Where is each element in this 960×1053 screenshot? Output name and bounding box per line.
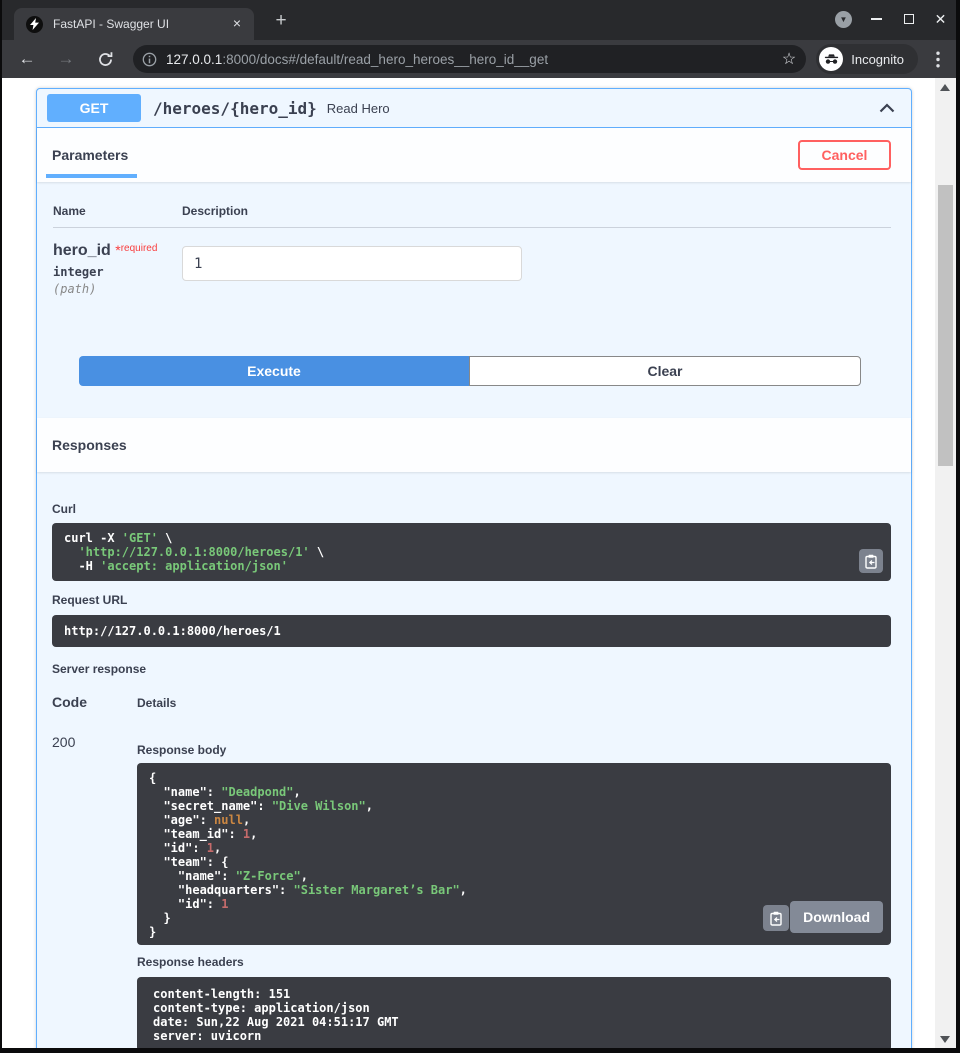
url-path: :8000/docs#/default/read_hero_heroes__he… (222, 52, 548, 67)
scrollbar-thumb[interactable] (938, 185, 953, 466)
fastapi-favicon-icon (26, 16, 43, 33)
reload-icon[interactable] (94, 48, 116, 70)
active-tab-underline (46, 174, 137, 178)
curl-label: Curl (52, 502, 891, 516)
code-line: "name": "Deadpond", (149, 785, 879, 799)
response-body-label: Response body (137, 743, 891, 757)
responses-inner: Curl curl -X 'GET' \ 'http://127.0.0.1:8… (37, 502, 911, 1048)
http-method-badge: GET (47, 94, 141, 122)
request-url-value: http://127.0.0.1:8000/heroes/1 (64, 624, 879, 638)
bookmark-star-icon[interactable]: ☆ (782, 49, 796, 69)
live-response-row: 200 Response body Download { "name": "De… (52, 734, 891, 1048)
window-close-button[interactable]: ✕ (933, 12, 948, 27)
code-line: "age": null, (149, 813, 879, 827)
cancel-button[interactable]: Cancel (798, 140, 891, 170)
browser-update-icon[interactable]: ▼ (835, 11, 852, 28)
code-line: "secret_name": "Dive Wilson", (149, 799, 879, 813)
response-headers-block: content-length: 151content-type: applica… (137, 977, 891, 1048)
incognito-label: Incognito (851, 52, 904, 67)
response-body-block: Download { "name": "Deadpond", "secret_n… (137, 763, 891, 945)
scrollbar-up-arrow-icon[interactable] (940, 84, 950, 91)
code-line: "team": { (149, 855, 879, 869)
parameter-location: (path) (53, 282, 182, 296)
column-header-description: Description (182, 204, 248, 218)
parameter-value-cell (182, 242, 522, 296)
parameters-table-head: Name Description (53, 204, 891, 228)
status-code: 200 (52, 734, 137, 1048)
back-icon[interactable]: ← (16, 48, 38, 70)
code-line: "team_id": 1, (149, 827, 879, 841)
browser-menu-icon[interactable] (930, 51, 946, 68)
code-line: -H 'accept: application/json' (64, 559, 879, 573)
endpoint-summary: Read Hero (327, 101, 390, 116)
code-line: "headquarters": "Sister Margaret’s Bar", (149, 883, 879, 897)
incognito-badge: Incognito (816, 44, 918, 74)
maximize-button[interactable] (901, 12, 916, 27)
column-header-details: Details (137, 694, 176, 710)
clear-button[interactable]: Clear (469, 356, 861, 386)
tab-close-icon[interactable]: × (228, 15, 246, 33)
new-tab-button[interactable]: + (268, 9, 294, 35)
copy-response-button[interactable] (763, 905, 789, 931)
minimize-button[interactable] (869, 12, 884, 27)
browser-toolbar: ← → 127.0.0.1:8000/docs#/default/read_he… (2, 40, 956, 78)
download-button[interactable]: Download (790, 901, 883, 933)
response-details-cell: Response body Download { "name": "Deadpo… (137, 734, 891, 1048)
scrollbar-down-arrow-icon[interactable] (940, 1036, 950, 1043)
code-line: 'http://127.0.0.1:8000/heroes/1' \ (64, 545, 879, 559)
url-host: 127.0.0.1 (166, 52, 222, 67)
tab-strip: FastAPI - Swagger UI × + ▼ ✕ (2, 0, 956, 40)
code-line: server: uvicorn (153, 1029, 875, 1043)
code-line: "id": 1, (149, 841, 879, 855)
code-line: { (149, 771, 879, 785)
tab-parameters[interactable]: Parameters (52, 147, 128, 163)
window-controls: ▼ ✕ (835, 0, 948, 38)
incognito-icon (819, 47, 843, 71)
parameter-name-cell: hero_id *required integer (path) (53, 242, 182, 296)
page-info-icon[interactable] (142, 52, 157, 67)
copy-curl-button[interactable] (859, 549, 883, 573)
endpoint-path: /heroes/{hero_id} (153, 99, 317, 118)
address-bar[interactable]: 127.0.0.1:8000/docs#/default/read_hero_h… (133, 45, 806, 73)
responses-header: Responses (37, 418, 911, 472)
response-headers-label: Response headers (137, 955, 891, 969)
required-label: required (121, 243, 158, 254)
code-line: date: Sun,22 Aug 2021 04:51:17 GMT (153, 1015, 875, 1029)
code-line: content-length: 151 (153, 987, 875, 1001)
browser-tab[interactable]: FastAPI - Swagger UI × (14, 8, 254, 40)
parameter-row-hero-id: hero_id *required integer (path) (53, 228, 891, 296)
server-response-label: Server response (52, 662, 891, 676)
tab-title: FastAPI - Swagger UI (53, 17, 228, 31)
execute-wrapper: Execute Clear (79, 356, 861, 386)
collapse-chevron-icon[interactable] (879, 103, 895, 113)
column-header-name: Name (53, 204, 182, 218)
parameters-header: Parameters Cancel (37, 128, 911, 182)
forward-icon[interactable]: → (55, 48, 77, 70)
swagger-page: GET /heroes/{hero_id} Read Hero Paramete… (2, 78, 956, 1048)
parameter-type: integer (53, 265, 182, 279)
parameters-table: Name Description hero_id *required integ… (37, 182, 911, 386)
execute-button[interactable]: Execute (79, 356, 469, 386)
page-scrollbar[interactable] (935, 78, 956, 1048)
column-header-code: Code (52, 694, 137, 710)
responses-title: Responses (52, 437, 127, 453)
code-line: curl -X 'GET' \ (64, 531, 879, 545)
request-url-block: http://127.0.0.1:8000/heroes/1 (52, 615, 891, 647)
parameter-name: hero_id (53, 242, 111, 259)
code-line: "name": "Z-Force", (149, 869, 879, 883)
url-text[interactable]: 127.0.0.1:8000/docs#/default/read_hero_h… (166, 52, 782, 67)
live-response-table-head: Code Details (52, 694, 891, 710)
code-line: content-type: application/json (153, 1001, 875, 1015)
request-url-label: Request URL (52, 593, 891, 607)
page-content: GET /heroes/{hero_id} Read Hero Paramete… (2, 78, 935, 1048)
hero-id-input[interactable] (182, 246, 522, 281)
opblock-get-heroes: GET /heroes/{hero_id} Read Hero Paramete… (36, 88, 912, 1048)
browser-window: FastAPI - Swagger UI × + ▼ ✕ ← → 127.0.0… (0, 0, 960, 1053)
opblock-summary[interactable]: GET /heroes/{hero_id} Read Hero (37, 89, 911, 128)
curl-code-block: curl -X 'GET' \ 'http://127.0.0.1:8000/h… (52, 523, 891, 581)
